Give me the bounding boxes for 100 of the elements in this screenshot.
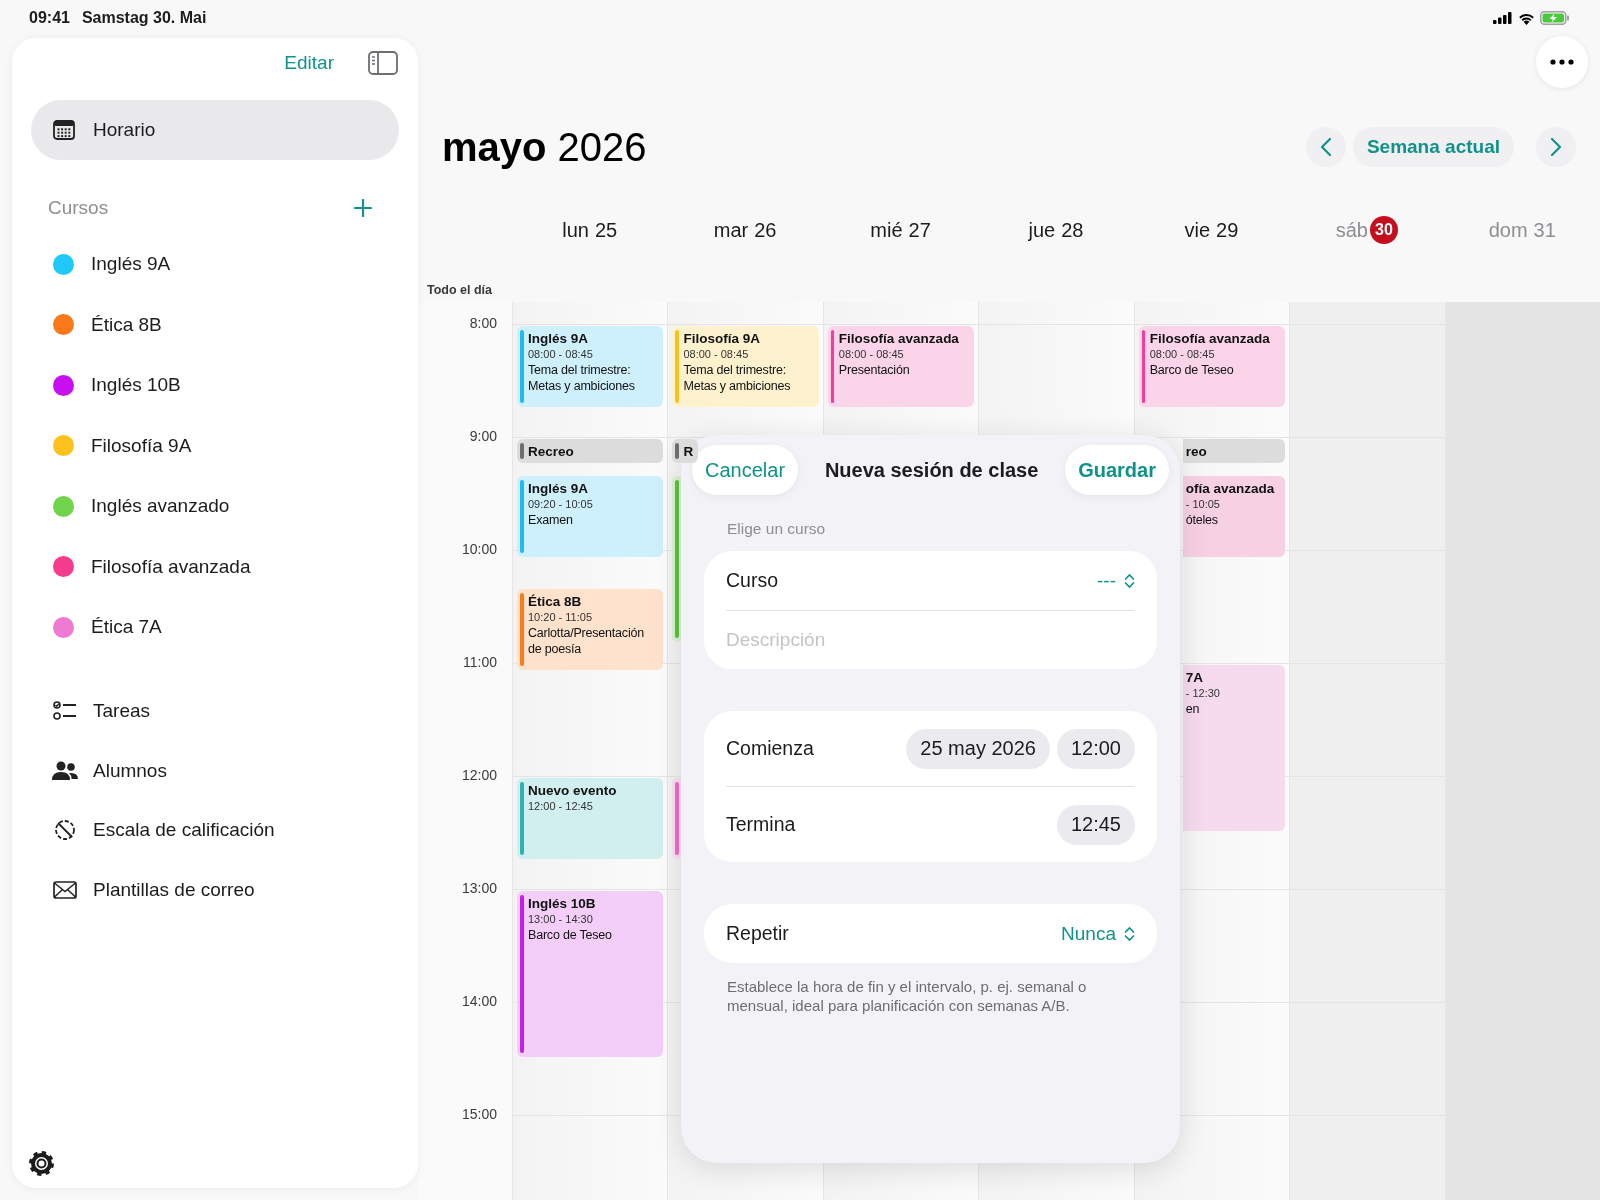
event-note: Barco de Teseo — [528, 927, 613, 943]
event-time: 09:20 - 10:05 — [528, 497, 594, 513]
next-week-button[interactable] — [1536, 127, 1576, 167]
day-name: vie — [1184, 218, 1211, 242]
day-name: jue — [1028, 218, 1056, 242]
course-item[interactable]: Ética 7A — [91, 616, 162, 639]
event-note: Examen — [528, 512, 574, 529]
event-time: 12:00 - 12:45 — [528, 799, 594, 814]
menu-item[interactable]: Tareas — [93, 700, 151, 723]
course-card[interactable]: Curso --- Descripción — [704, 551, 1157, 669]
calendar-event[interactable] — [672, 778, 683, 859]
day-number: 29 — [1216, 218, 1239, 242]
course-item[interactable]: Inglés 10B — [91, 374, 181, 397]
calendar-event[interactable]: ofía avanzada - 10:05 óteles — [1182, 476, 1286, 558]
calendar-icon — [53, 120, 75, 140]
previous-week-button[interactable] — [1305, 127, 1346, 167]
event-title: Filosofía avanzada — [838, 330, 960, 347]
wifi-icon — [1518, 11, 1535, 25]
edit-button[interactable]: Editar — [284, 52, 334, 74]
course-item[interactable]: Filosofía 9A — [91, 434, 192, 457]
event-title: reo — [1185, 443, 1208, 460]
day-name: dom — [1488, 218, 1528, 242]
course-item[interactable]: Inglés avanzado — [91, 495, 230, 518]
chevron-right-icon — [1550, 137, 1562, 157]
all-day-label: Todo el día — [427, 283, 493, 297]
calendar-event[interactable]: Filosofía avanzada 08:00 - 08:45 Presentación — [827, 326, 975, 407]
course-item[interactable]: Inglés 9A — [91, 253, 171, 276]
day-number: 27 — [908, 218, 931, 242]
signal-icon — [1493, 12, 1513, 24]
event-title: Filosofía 9A — [683, 330, 761, 347]
event-time: - 12:30 — [1185, 686, 1221, 701]
event-title: Filosofía avanzada — [1149, 330, 1271, 347]
course-hint: Elige un curso — [726, 520, 827, 539]
event-time: 10:20 - 11:05 — [528, 610, 593, 626]
up-down-chevron-icon — [1124, 925, 1135, 942]
day-number: 31 — [1533, 218, 1556, 242]
event-note: Barco de Teseo — [1149, 362, 1235, 378]
day-number: 26 — [754, 218, 777, 242]
calendar-event[interactable]: 7A - 12:30 en — [1182, 665, 1286, 831]
hour-label: 15:00 — [461, 1106, 497, 1122]
cancel-button[interactable]: Cancelar — [692, 445, 799, 495]
dialog-title: Nueva sesión de clase — [823, 458, 1040, 482]
event-note: Carlotta/Presentación de poesía — [528, 625, 645, 658]
calendar-event[interactable] — [672, 476, 683, 642]
break-event[interactable]: R — [672, 439, 699, 464]
hour-label: 12:00 — [461, 767, 497, 783]
hour-label: 9:00 — [469, 428, 497, 444]
more-button[interactable] — [1536, 36, 1588, 88]
break-event[interactable]: reo — [1182, 439, 1286, 464]
sidebar-toggle-icon[interactable] — [368, 51, 398, 75]
event-time: 08:00 - 08:45 — [838, 347, 905, 362]
day-name: sáb — [1335, 218, 1368, 242]
hour-label: 14:00 — [461, 993, 497, 1009]
month-title: mayo 2026 — [442, 124, 647, 170]
start-date-button[interactable]: 25 may 2026 — [906, 728, 1050, 769]
course-item[interactable]: Filosofía avanzada — [91, 555, 251, 578]
schedule-nav-item[interactable]: Horario — [31, 100, 399, 160]
people-icon — [51, 760, 78, 781]
field-label: Termina — [726, 813, 796, 836]
calendar-event[interactable]: Filosofía 9A 08:00 - 08:45 Tema del trimestre: Metas y ambiciones — [672, 326, 819, 407]
menu-item[interactable]: Alumnos — [93, 759, 167, 782]
event-title: 7A — [1185, 669, 1204, 686]
settings-icon[interactable] — [28, 1150, 55, 1177]
event-title: Recreo — [528, 443, 575, 460]
battery-charging-icon — [1540, 11, 1570, 25]
day-number: 28 — [1061, 218, 1084, 242]
end-time-button[interactable]: 12:45 — [1056, 804, 1135, 845]
course-item[interactable]: Ética 8B — [91, 313, 162, 336]
calendar-event[interactable]: Nuevo evento 12:00 - 12:45 — [517, 778, 664, 859]
event-time: - 10:05 — [1185, 497, 1221, 513]
hour-label: 8:00 — [469, 315, 497, 331]
save-button[interactable]: Guardar — [1065, 445, 1169, 495]
calendar-event[interactable]: Inglés 9A 08:00 - 08:45 Tema del trimestre: Metas y ambiciones — [517, 326, 664, 407]
event-title: R — [683, 443, 695, 460]
add-icon[interactable] — [354, 199, 372, 217]
repeat-picker[interactable]: Nunca — [1061, 922, 1135, 945]
menu-item[interactable]: Escala de calificación — [93, 819, 275, 842]
calendar-event[interactable]: Filosofía avanzada 08:00 - 08:45 Barco de Teseo — [1138, 326, 1286, 407]
start-time-button[interactable]: 12:00 — [1056, 728, 1135, 769]
break-event[interactable]: Recreo — [517, 439, 664, 464]
event-title: Inglés 10B — [528, 895, 597, 912]
calendar-event[interactable]: Ética 8B 10:20 - 11:05 Carlotta/Presentación de poesía — [517, 589, 664, 671]
event-title: ofía avanzada — [1185, 480, 1276, 498]
day-name: mié — [870, 218, 903, 242]
status-time: 09:41 — [29, 9, 70, 27]
status-date: Samstag 30. Mai — [81, 9, 207, 27]
section-title: Cursos — [48, 197, 109, 219]
envelope-icon — [52, 880, 77, 899]
menu-item[interactable]: Plantillas de correo — [93, 878, 255, 901]
day-name: mar — [713, 218, 749, 242]
calendar-event[interactable]: Inglés 9A 09:20 - 10:05 Examen — [517, 476, 664, 558]
event-title: Ética 8B — [528, 593, 583, 611]
hour-label: 13:00 — [461, 880, 497, 896]
event-note: Tema del trimestre: Metas y ambiciones — [528, 362, 636, 394]
today-date-badge: 30 — [1369, 216, 1398, 244]
checklist-icon — [52, 700, 77, 723]
event-time: 08:00 - 08:45 — [528, 347, 594, 362]
course-picker[interactable]: --- — [1097, 569, 1135, 592]
calendar-event[interactable]: Inglés 10B 13:00 - 14:30 Barco de Teseo — [517, 891, 664, 1057]
slashed-circle-icon — [53, 819, 76, 842]
